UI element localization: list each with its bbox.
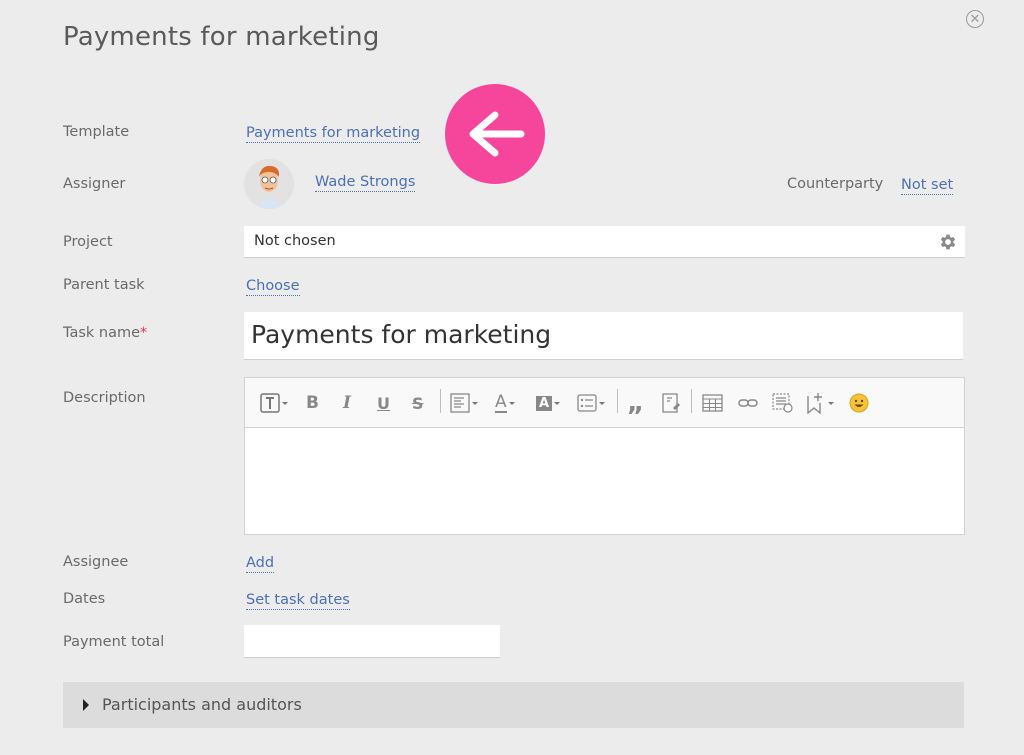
parent-task-choose-link[interactable]: Choose xyxy=(246,277,300,296)
task-name-input[interactable]: Payments for marketing xyxy=(244,312,963,360)
insert-file-icon[interactable] xyxy=(661,391,681,415)
list-icon[interactable] xyxy=(577,391,605,415)
counterparty-link[interactable]: Not set xyxy=(901,176,954,195)
participants-label: Participants and auditors xyxy=(102,695,302,714)
editor-toolbar: B I U S A A „ xyxy=(245,378,964,428)
align-icon[interactable] xyxy=(450,391,478,415)
assignee-label: Assignee xyxy=(63,554,129,570)
page-title: Payments for marketing xyxy=(63,22,380,52)
highlight-color-icon[interactable]: A xyxy=(536,391,561,415)
insert-image-icon[interactable] xyxy=(772,391,793,415)
participants-and-auditors-toggle[interactable]: Participants and auditors xyxy=(63,682,964,728)
task-name-label-text: Task name xyxy=(63,325,141,341)
parent-task-label: Parent task xyxy=(63,277,145,293)
emoji-icon[interactable] xyxy=(849,391,869,415)
strikethrough-icon[interactable]: S xyxy=(412,391,424,415)
required-mark: * xyxy=(140,325,148,341)
payment-total-input[interactable] xyxy=(244,625,500,658)
avatar[interactable] xyxy=(244,159,294,209)
description-label: Description xyxy=(63,390,146,406)
back-arrow-button[interactable] xyxy=(445,84,545,184)
table-icon[interactable] xyxy=(702,391,723,415)
template-link[interactable]: Payments for marketing xyxy=(246,124,421,143)
toolbar-divider-3 xyxy=(691,389,692,413)
toolbar-divider-2 xyxy=(617,389,618,413)
payment-total-label: Payment total xyxy=(63,634,165,650)
task-name-label: Task name* xyxy=(63,325,147,341)
project-label: Project xyxy=(63,234,113,250)
counterparty-label: Counterparty xyxy=(787,176,884,192)
arrow-left-icon xyxy=(469,111,525,157)
set-task-dates-link[interactable]: Set task dates xyxy=(246,591,350,610)
bookmark-add-icon[interactable] xyxy=(806,391,834,415)
assigner-name-link[interactable]: Wade Strongs xyxy=(315,173,416,192)
expand-triangle-icon xyxy=(83,699,89,711)
quote-icon[interactable]: „ xyxy=(627,388,644,418)
underline-icon[interactable]: U xyxy=(377,391,390,415)
project-select[interactable]: Not chosen xyxy=(244,226,965,258)
assigner-label: Assigner xyxy=(63,176,126,192)
project-value: Not chosen xyxy=(254,233,336,249)
template-label: Template xyxy=(63,124,130,140)
close-icon[interactable]: ✕ xyxy=(966,10,984,28)
description-editor: B I U S A A „ xyxy=(244,377,965,535)
toolbar-divider xyxy=(440,389,441,413)
italic-icon[interactable]: I xyxy=(343,391,351,415)
assignee-add-link[interactable]: Add xyxy=(246,554,275,573)
text-format-icon[interactable] xyxy=(260,391,288,415)
bold-icon[interactable]: B xyxy=(306,391,319,415)
description-text-area[interactable] xyxy=(245,428,964,534)
dates-label: Dates xyxy=(63,591,106,607)
gear-icon[interactable] xyxy=(937,232,959,252)
link-icon[interactable] xyxy=(738,391,758,415)
font-color-icon[interactable]: A xyxy=(495,391,515,415)
task-name-value: Payments for marketing xyxy=(251,320,552,349)
